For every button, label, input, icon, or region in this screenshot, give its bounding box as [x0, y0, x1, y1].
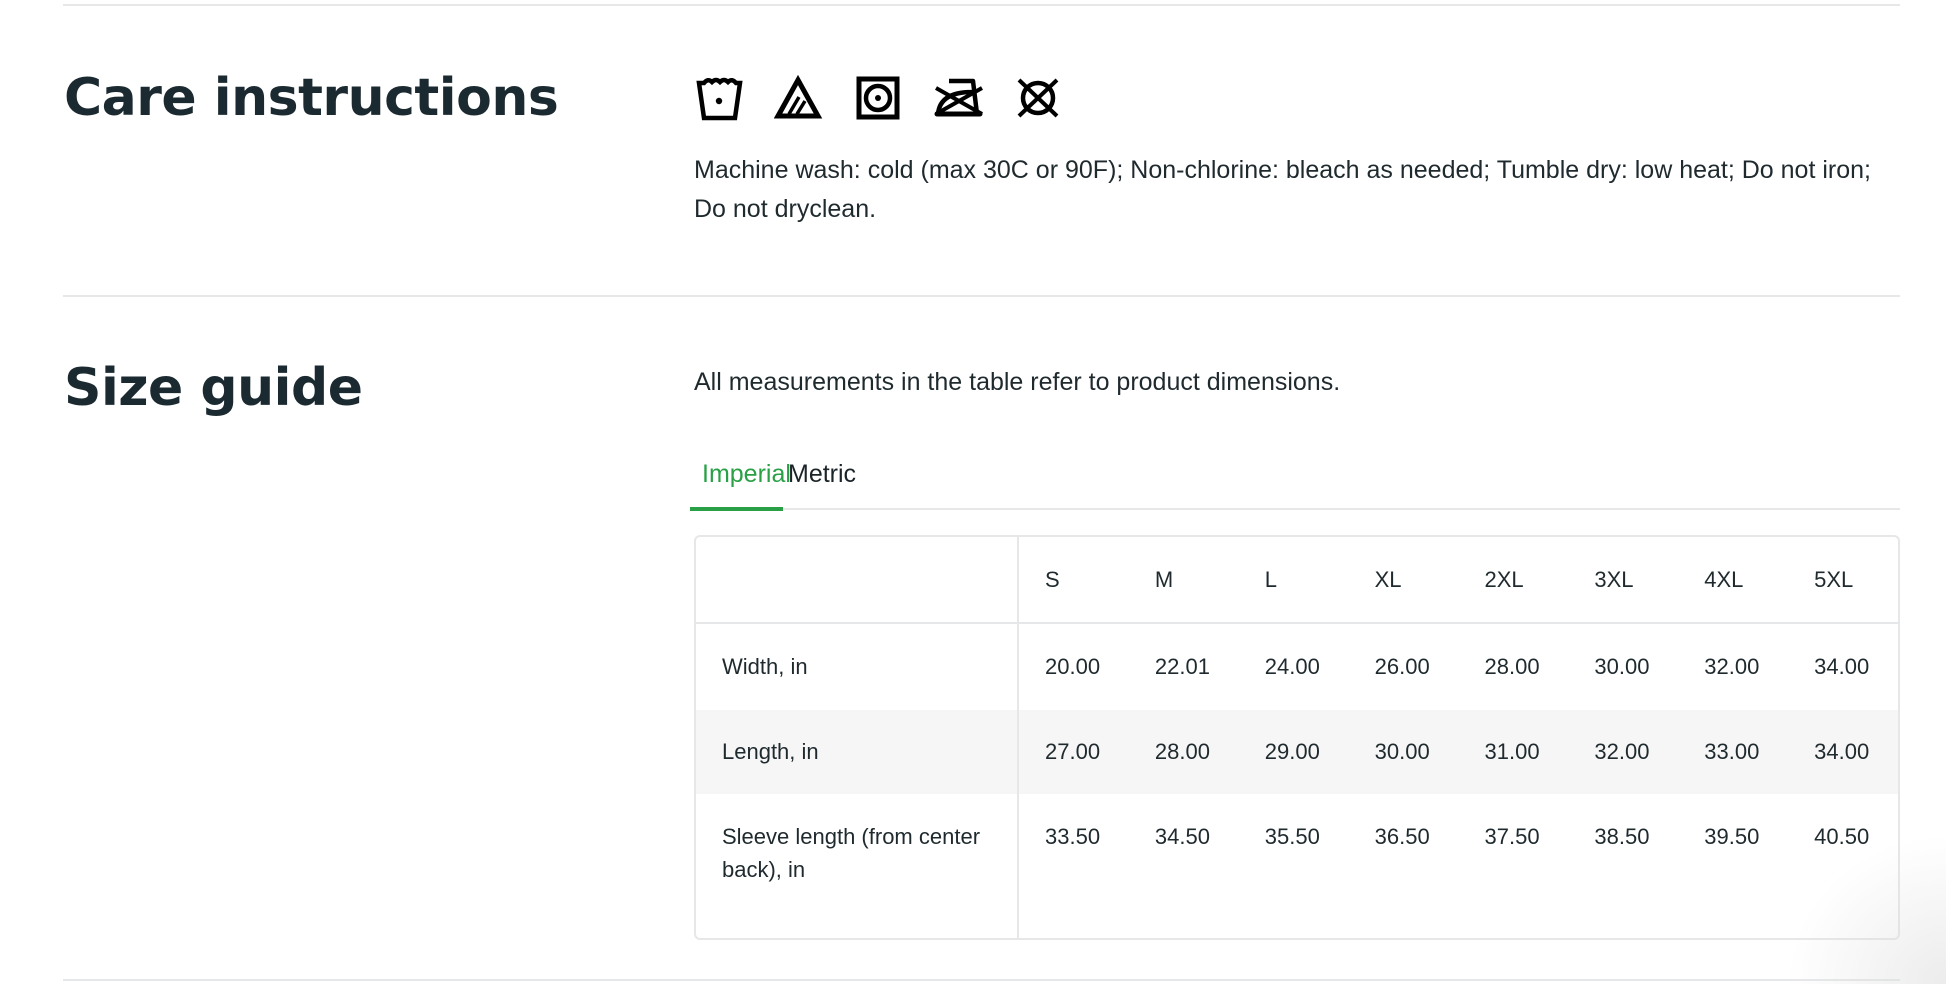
row-label: Length, in: [696, 710, 1019, 794]
table-cell: 33.00: [1678, 710, 1789, 794]
table-cell: 26.00: [1374, 654, 1430, 679]
table-cell: 33.50: [1045, 824, 1101, 849]
table-cell: 22.01: [1154, 654, 1210, 679]
column-header-4xl: 4XL: [1678, 537, 1789, 624]
bottom-divider: [63, 979, 1900, 981]
care-instructions-text: Machine wash: cold (max 30C or 90F); Non…: [694, 156, 1871, 223]
care-icons: [694, 74, 1094, 122]
column-header-m: M: [1128, 537, 1239, 624]
row-label: Width, in: [696, 624, 1019, 710]
table-row: Sleeve length (from center back), in 33.…: [696, 794, 1898, 938]
care-instructions-title: Care instructions: [64, 68, 559, 128]
corner-shadow: [1786, 834, 1946, 984]
machine-wash-cold-icon: [694, 74, 774, 122]
column-header-2xl: 2XL: [1458, 537, 1569, 624]
table-cell: 34.50: [1154, 824, 1210, 849]
row-label: Sleeve length (from center back), in: [696, 794, 1019, 938]
table-cell: 36.50: [1374, 824, 1430, 849]
tab-metric[interactable]: Metric: [788, 452, 869, 508]
do-not-dryclean-icon-svg: [1017, 78, 1059, 118]
table-cell: 32.00: [1568, 710, 1679, 794]
table-cell: 31.00: [1458, 710, 1569, 794]
table-cell: 28.00: [1128, 710, 1239, 794]
table-header-row: S M L XL 2XL 3XL 4XL 5XL: [696, 537, 1898, 624]
table-cell: 38.50: [1594, 824, 1650, 849]
tumble-dry-low-icon: [854, 74, 934, 122]
do-not-iron-icon-svg: [934, 78, 983, 117]
tumble-dry-low-icon-svg: [856, 76, 900, 120]
table-cell: 27.00: [1019, 710, 1129, 794]
column-header-s: S: [1019, 537, 1129, 624]
table-cell: 32.00: [1704, 654, 1760, 679]
table-cell: 34.00: [1814, 654, 1870, 679]
tab-imperial[interactable]: Imperial: [690, 452, 791, 511]
table-cell: 20.00: [1045, 654, 1101, 679]
do-not-iron-icon: [934, 74, 1014, 122]
size-table: S M L XL 2XL 3XL 4XL 5XL Width, in 20.00…: [694, 535, 1900, 940]
column-header-5xl: 5XL: [1788, 537, 1898, 624]
header-corner-cell: [696, 537, 1019, 624]
size-guide-intro: All measurements in the table refer to p…: [694, 368, 1341, 396]
top-divider: [63, 4, 1900, 6]
non-chlorine-bleach-icon: [774, 74, 854, 122]
unit-tabs: Imperial Metric: [690, 452, 1900, 511]
table-cell: 24.00: [1264, 654, 1320, 679]
section-divider: [63, 295, 1900, 297]
non-chlorine-bleach-icon-svg: [774, 74, 823, 119]
table-cell: 30.00: [1594, 654, 1650, 679]
column-header-xl: XL: [1348, 537, 1459, 624]
table-cell: 28.00: [1484, 654, 1540, 679]
machine-wash-cold-icon-svg: [696, 77, 743, 121]
column-header-3xl: 3XL: [1568, 537, 1679, 624]
table-row: Length, in 27.00 28.00 29.00 30.00 31.00…: [696, 710, 1898, 794]
table-cell: 29.00: [1238, 710, 1349, 794]
table-row: Width, in 20.00 22.01 24.00 26.00 28.00 …: [696, 624, 1898, 710]
table-cell: 30.00: [1348, 710, 1459, 794]
table-cell: 35.50: [1264, 824, 1320, 849]
do-not-dryclean-icon: [1014, 74, 1094, 122]
table-cell: 39.50: [1704, 824, 1760, 849]
table-cell: 37.50: [1484, 824, 1540, 849]
size-guide-title: Size guide: [64, 358, 363, 418]
table-cell: 34.00: [1788, 710, 1898, 794]
column-header-l: L: [1238, 537, 1349, 624]
